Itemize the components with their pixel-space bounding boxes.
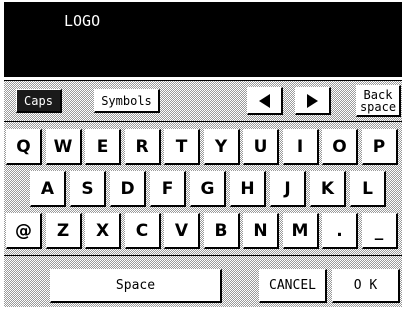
cancel-button[interactable]: CANCEL (259, 269, 327, 303)
keyboard-panel: Caps Symbols Back space Q W E R T Y U I O P A S D F G… (4, 80, 402, 307)
key-label: _ (374, 220, 384, 241)
backspace-label-line2: space (359, 99, 397, 114)
key-label: L (362, 178, 373, 199)
key-label: B (214, 220, 228, 241)
key-at[interactable]: @ (6, 213, 42, 249)
key-label: @ (15, 220, 32, 241)
key-label: K (320, 178, 335, 199)
key-m[interactable]: M (282, 213, 319, 249)
ok-label: O K (353, 278, 378, 293)
header-bar: LOGO (4, 2, 402, 77)
key-t[interactable]: T (164, 129, 200, 165)
backspace-label-line1: Back (363, 87, 393, 102)
key-x[interactable]: X (85, 213, 121, 249)
key-label: X (95, 220, 110, 241)
key-label: N (253, 220, 268, 241)
key-k[interactable]: K (310, 171, 346, 207)
caps-button[interactable]: Caps (16, 89, 62, 113)
symbols-label: Symbols (101, 93, 152, 108)
key-period[interactable]: . (322, 213, 358, 249)
key-label: J (284, 178, 291, 199)
key-f[interactable]: F (150, 171, 186, 207)
key-u[interactable]: U (243, 129, 279, 165)
key-label: V (174, 220, 189, 241)
key-i[interactable]: I (282, 129, 319, 165)
key-q[interactable]: Q (6, 129, 42, 165)
key-label: T (175, 136, 188, 157)
key-c[interactable]: C (124, 213, 161, 249)
key-label: F (161, 178, 174, 199)
cancel-label: CANCEL (269, 278, 316, 293)
key-label: Q (16, 136, 31, 157)
key-v[interactable]: V (164, 213, 200, 249)
arrow-left-icon (259, 93, 270, 108)
logo: LOGO (64, 12, 101, 30)
key-w[interactable]: W (45, 129, 82, 165)
key-e[interactable]: E (85, 129, 121, 165)
key-p[interactable]: P (361, 129, 398, 165)
caps-label: Caps (24, 93, 53, 108)
key-j[interactable]: J (270, 171, 306, 207)
key-label: P (372, 136, 386, 157)
key-l[interactable]: L (350, 171, 386, 207)
key-r[interactable]: R (124, 129, 161, 165)
key-label: I (296, 136, 304, 157)
key-label: D (120, 178, 135, 199)
key-label: G (200, 178, 215, 199)
key-label: U (253, 136, 268, 157)
arrow-right-icon (307, 93, 318, 108)
key-o[interactable]: O (322, 129, 358, 165)
row-separator (4, 121, 402, 122)
cursor-left-button[interactable] (247, 87, 283, 115)
key-label: M (291, 220, 309, 241)
key-d[interactable]: D (110, 171, 146, 207)
key-a[interactable]: A (30, 171, 66, 207)
key-g[interactable]: G (190, 171, 226, 207)
space-button[interactable]: Space (50, 269, 222, 303)
key-y[interactable]: Y (203, 129, 240, 165)
keyboard-screen: LOGO Caps Symbols Back space Q W E R T Y U I O P … (4, 2, 402, 307)
key-label: W (53, 136, 73, 157)
key-label: H (240, 178, 255, 199)
key-n[interactable]: N (243, 213, 279, 249)
key-b[interactable]: B (203, 213, 240, 249)
symbols-button[interactable]: Symbols (94, 89, 160, 113)
backspace-button[interactable]: Back space (356, 85, 401, 117)
key-label: . (336, 220, 343, 241)
key-s[interactable]: S (70, 171, 106, 207)
key-underscore[interactable]: _ (361, 213, 398, 249)
key-label: O (332, 136, 347, 157)
ok-button[interactable]: O K (332, 269, 400, 303)
key-label: R (135, 136, 149, 157)
cursor-right-button[interactable] (295, 87, 331, 115)
key-label: Y (214, 136, 228, 157)
space-label: Space (115, 278, 156, 293)
key-label: E (96, 136, 109, 157)
key-label: C (135, 220, 149, 241)
row-separator (4, 255, 402, 256)
key-label: A (40, 178, 55, 199)
key-label: Z (56, 220, 70, 241)
key-label: S (81, 178, 94, 199)
key-z[interactable]: Z (45, 213, 82, 249)
key-h[interactable]: H (230, 171, 266, 207)
